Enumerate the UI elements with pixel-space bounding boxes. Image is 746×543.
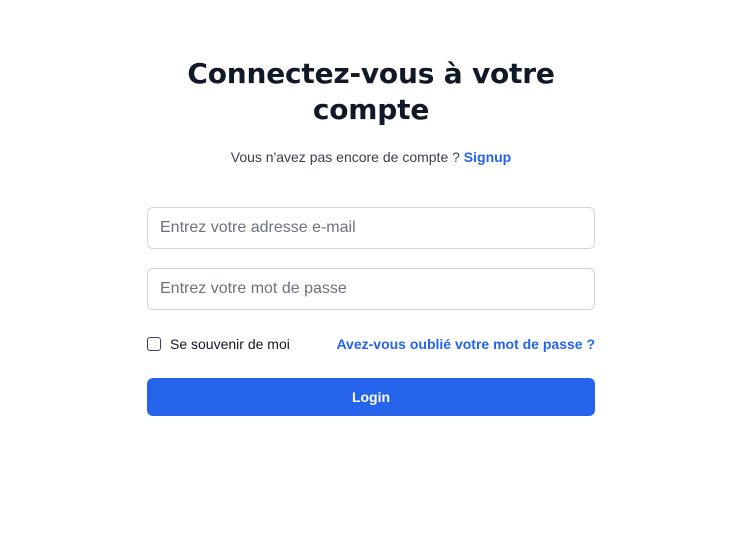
signup-prompt: Vous n'avez pas encore de compte ? Signu… [147, 148, 595, 166]
login-button[interactable]: Login [147, 378, 595, 416]
email-field[interactable] [147, 207, 595, 249]
remember-me-checkbox[interactable] [147, 337, 161, 351]
signup-link[interactable]: Signup [464, 149, 511, 165]
page-title: Connectez-vous à votre compte [187, 57, 555, 126]
signup-prompt-text: Vous n'avez pas encore de compte ? [230, 149, 460, 165]
remember-me-control[interactable]: Se souvenir de moi [147, 334, 290, 354]
options-row: Se souvenir de moi Avez-vous oublié votr… [147, 334, 595, 354]
remember-me-label: Se souvenir de moi [170, 336, 290, 352]
password-field[interactable] [147, 268, 595, 310]
forgot-password-link[interactable]: Avez-vous oublié votre mot de passe ? [336, 334, 595, 354]
